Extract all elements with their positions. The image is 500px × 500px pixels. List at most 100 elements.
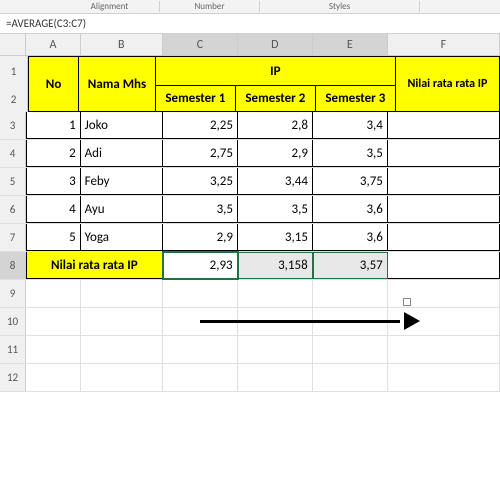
- row-header-10[interactable]: 10: [0, 308, 26, 335]
- cell[interactable]: [26, 280, 81, 307]
- ribbon: Alignment Number Styles: [0, 0, 500, 14]
- cell[interactable]: [163, 336, 238, 363]
- cell-s1[interactable]: 2,25: [163, 112, 238, 139]
- header-sem3[interactable]: Semester 3: [316, 86, 396, 112]
- table-row: 7 5 Yoga 2,9 3,15 3,6: [0, 224, 500, 252]
- cell[interactable]: [163, 364, 238, 391]
- cell[interactable]: [313, 364, 388, 391]
- header-no[interactable]: No: [28, 56, 79, 112]
- cell-no[interactable]: 5: [26, 224, 81, 251]
- cell[interactable]: [81, 308, 163, 335]
- cell-s1[interactable]: 3,25: [163, 168, 238, 195]
- header-nama[interactable]: Nama Mhs: [79, 56, 156, 112]
- cell-s3[interactable]: 3,5: [313, 140, 388, 167]
- arrow-right-icon: [200, 312, 420, 330]
- col-header-d[interactable]: D: [238, 34, 313, 55]
- ribbon-group-styles[interactable]: Styles: [260, 1, 420, 12]
- table-row: 12: [0, 364, 500, 392]
- spreadsheet[interactable]: A B C D E F 1 2 No Nama Mhs IP Semester …: [0, 34, 500, 392]
- row-header-11[interactable]: 11: [0, 336, 26, 363]
- cell[interactable]: [81, 336, 163, 363]
- col-header-f[interactable]: F: [388, 34, 500, 55]
- cell-no[interactable]: 2: [26, 140, 81, 167]
- cell[interactable]: [26, 364, 81, 391]
- cell-f[interactable]: [388, 224, 500, 251]
- row-header-9[interactable]: 9: [0, 280, 26, 307]
- header-nilai[interactable]: Nilai rata rata IP: [396, 56, 500, 112]
- col-header-c[interactable]: C: [163, 34, 238, 55]
- cell-s2[interactable]: 3,44: [238, 168, 313, 195]
- footer-row: 8 Nilai rata rata IP 2,93 3,158 3,57: [0, 252, 500, 280]
- cell-f[interactable]: [388, 196, 500, 223]
- cell-no[interactable]: 3: [26, 168, 81, 195]
- cell[interactable]: [313, 336, 388, 363]
- header-sem1[interactable]: Semester 1: [156, 86, 236, 112]
- table-row: 5 3 Feby 3,25 3,44 3,75: [0, 168, 500, 196]
- cell-nama[interactable]: Yoga: [81, 224, 163, 251]
- cell[interactable]: [313, 280, 388, 307]
- cell-nama[interactable]: Feby: [81, 168, 163, 195]
- cell[interactable]: [238, 280, 313, 307]
- cell[interactable]: [238, 364, 313, 391]
- cell-s1[interactable]: 2,9: [163, 224, 238, 251]
- cell-nama[interactable]: Ayu: [81, 196, 163, 223]
- ribbon-group-number[interactable]: Number: [160, 1, 260, 12]
- row-header-12[interactable]: 12: [0, 364, 26, 391]
- col-header-a[interactable]: A: [26, 34, 80, 55]
- cell-s2[interactable]: 3,5: [238, 196, 313, 223]
- formula-text: =AVERAGE(C3:C7): [6, 17, 86, 30]
- cell-s3[interactable]: 3,6: [313, 224, 388, 251]
- cell-s3[interactable]: 3,6: [313, 196, 388, 223]
- fill-handle-icon[interactable]: [403, 298, 411, 306]
- cell[interactable]: [163, 280, 238, 307]
- footer-s2[interactable]: 3,158: [238, 252, 313, 279]
- cell-s2[interactable]: 2,9: [238, 140, 313, 167]
- cell-f[interactable]: [388, 252, 500, 279]
- footer-s3[interactable]: 3,57: [313, 252, 388, 279]
- row-header-6[interactable]: 6: [0, 196, 26, 223]
- table-row: 11: [0, 336, 500, 364]
- cell-s1[interactable]: 3,5: [163, 196, 238, 223]
- formula-bar[interactable]: =AVERAGE(C3:C7): [0, 14, 500, 34]
- cell[interactable]: [26, 336, 81, 363]
- footer-s1[interactable]: 2,93: [163, 252, 238, 279]
- header-sem2[interactable]: Semester 2: [236, 86, 316, 112]
- cell-s2[interactable]: 2,8: [238, 112, 313, 139]
- cell-no[interactable]: 1: [26, 112, 81, 139]
- cell-s3[interactable]: 3,75: [313, 168, 388, 195]
- row-header-8[interactable]: 8: [0, 252, 26, 279]
- table-row: 4 2 Adi 2,75 2,9 3,5: [0, 140, 500, 168]
- row-header-3[interactable]: 3: [0, 112, 26, 139]
- cell-f[interactable]: [388, 112, 500, 139]
- row-header-1[interactable]: 1: [0, 56, 28, 86]
- cell-f[interactable]: [388, 168, 500, 195]
- row-header-5[interactable]: 5: [0, 168, 26, 195]
- ribbon-group-alignment[interactable]: Alignment: [60, 1, 160, 12]
- cell[interactable]: [26, 308, 81, 335]
- header-ip[interactable]: IP: [156, 56, 396, 86]
- header-row-merged: 1 2 No Nama Mhs IP Semester 1 Semester 2…: [0, 56, 500, 112]
- table-row: 6 4 Ayu 3,5 3,5 3,6: [0, 196, 500, 224]
- row-header-4[interactable]: 4: [0, 140, 26, 167]
- cell-s3[interactable]: 3,4: [313, 112, 388, 139]
- row-header-2[interactable]: 2: [0, 86, 28, 112]
- select-all-corner[interactable]: [0, 34, 26, 55]
- col-header-b[interactable]: B: [81, 34, 163, 55]
- cell[interactable]: [388, 364, 500, 391]
- cell-s1[interactable]: 2,75: [163, 140, 238, 167]
- cell[interactable]: [388, 336, 500, 363]
- table-row: 3 1 Joko 2,25 2,8 3,4: [0, 112, 500, 140]
- cell-f[interactable]: [388, 140, 500, 167]
- row-header-7[interactable]: 7: [0, 224, 26, 251]
- column-headers: A B C D E F: [0, 34, 500, 56]
- cell-nama[interactable]: Joko: [81, 112, 163, 139]
- cell[interactable]: [81, 280, 163, 307]
- cell[interactable]: [238, 336, 313, 363]
- cell-no[interactable]: 4: [26, 196, 81, 223]
- table-row: 9: [0, 280, 500, 308]
- cell-s2[interactable]: 3,15: [238, 224, 313, 251]
- cell[interactable]: [81, 364, 163, 391]
- cell-nama[interactable]: Adi: [81, 140, 163, 167]
- footer-label[interactable]: Nilai rata rata IP: [26, 252, 163, 279]
- col-header-e[interactable]: E: [313, 34, 388, 55]
